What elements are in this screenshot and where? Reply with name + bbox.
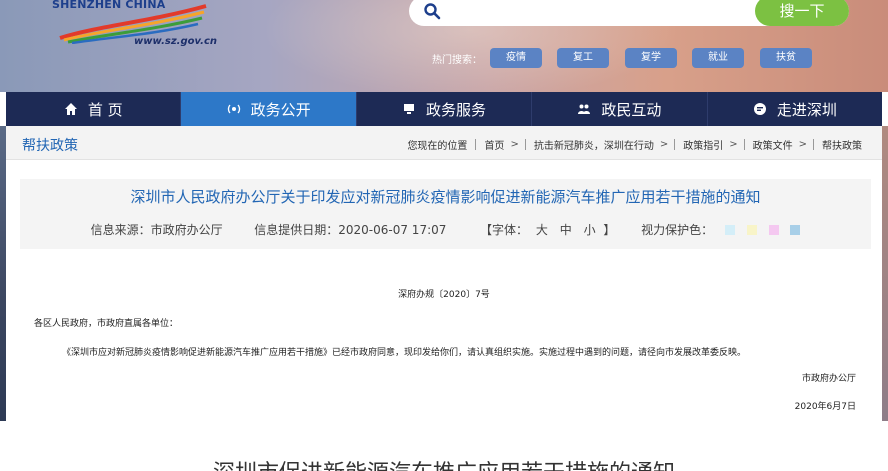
- section-title: 帮扶政策: [22, 138, 78, 154]
- font-size-label-close: 】: [603, 223, 616, 237]
- home-icon: [64, 103, 77, 115]
- font-size-large[interactable]: 大: [536, 221, 548, 238]
- image-caption: 深圳市促进新能源汽车推广应用若干措施的通知: [0, 455, 888, 471]
- vision-color-blue-swatch[interactable]: [724, 225, 735, 235]
- vision-protection-label: 视力保护色：: [641, 223, 714, 237]
- hot-tag-resume-school[interactable]: 复学: [625, 48, 677, 68]
- monitor-icon: [404, 104, 414, 114]
- breadcrumb-item-policy-guide[interactable]: 政策指引: [683, 137, 723, 152]
- nav-label-home: 首 页: [87, 100, 123, 119]
- breadcrumb-item-support-policy[interactable]: 帮扶政策: [822, 137, 862, 152]
- breadcrumb: 您现在的位置 首页 > 抗击新冠肺炎，深圳在行动 > 政策指引 > 政策文件 >…: [407, 137, 862, 152]
- nav-label-public-interaction: 政民互动: [601, 100, 662, 119]
- search-icon[interactable]: [423, 2, 441, 20]
- breadcrumb-arrow-icon: >: [729, 139, 738, 150]
- right-background-strip: [882, 126, 888, 421]
- breadcrumb-item-home[interactable]: 首页: [484, 137, 504, 152]
- article-meta: 信息来源：市政府办公厅 信息提供日期：2020-06-07 17:07 【字体：…: [20, 221, 871, 238]
- chat-icon: [753, 103, 766, 115]
- font-size-medium[interactable]: 中: [560, 221, 572, 238]
- article: 深圳市人民政府办公厅关于印发应对新冠肺炎疫情影响促进新能源汽车推广应用若干措施的…: [6, 160, 882, 421]
- document-recipient: 各区人民政府，市政府直属各单位：: [34, 319, 179, 329]
- breadcrumb-divider: [813, 139, 814, 150]
- hot-tag-poverty-relief[interactable]: 扶贫: [760, 48, 812, 68]
- breadcrumb-item-covid-action[interactable]: 抗击新冠肺炎，深圳在行动: [534, 137, 654, 152]
- breadcrumb-divider: [743, 139, 745, 150]
- breadcrumb-arrow-icon: >: [510, 139, 519, 150]
- location-label: 您现在的位置: [407, 141, 468, 152]
- vision-color-yellow-swatch[interactable]: [746, 225, 757, 235]
- breadcrumb-divider: [524, 139, 526, 150]
- article-date: 信息提供日期：2020-06-07 17:07: [254, 223, 447, 237]
- nav-label-about-shenzhen: 走进深圳: [776, 100, 837, 119]
- article-source: 信息来源：市政府办公厅: [90, 223, 223, 237]
- search-input[interactable]: [453, 0, 753, 22]
- document-body: 《深圳市应对新冠肺炎疫情影响促进新能源汽车推广应用若干措施》已经市政府同意，现印…: [62, 348, 747, 358]
- breadcrumb-divider: [475, 139, 477, 150]
- document-issuer: 市政府办公厅: [801, 374, 856, 384]
- nav-label-government-affairs: 政务公开: [250, 100, 311, 119]
- vision-color-sky-swatch[interactable]: [790, 225, 801, 235]
- header-banner: SHENZHEN CHINA www.sz.gov.cn 搜一下 热门搜索： 疫…: [0, 0, 888, 100]
- vision-color-pink-swatch[interactable]: [768, 225, 779, 235]
- hot-search-label: 热门搜索：: [432, 55, 482, 66]
- nav-item-government-services[interactable]: 政务服务: [357, 92, 533, 126]
- people-icon: [578, 104, 591, 114]
- article-title: 深圳市人民政府办公厅关于印发应对新冠肺炎疫情影响促进新能源汽车推广应用若干措施的…: [130, 188, 761, 206]
- breadcrumb-arrow-icon: >: [798, 139, 807, 150]
- page: SHENZHEN CHINA www.sz.gov.cn 搜一下 热门搜索： 疫…: [0, 0, 888, 471]
- document-number: 深府办规〔2020〕7号: [398, 290, 490, 300]
- article-header-panel: 深圳市人民政府办公厅关于印发应对新冠肺炎疫情影响促进新能源汽车推广应用若干措施的…: [20, 179, 871, 249]
- nav-label-government-services: 政务服务: [426, 100, 487, 119]
- hot-tag-resume-work[interactable]: 复工: [557, 48, 609, 68]
- font-size-small[interactable]: 小: [584, 221, 596, 238]
- font-size-label-open: 【字体：: [480, 223, 529, 237]
- nav-item-government-affairs[interactable]: 政务公开: [181, 92, 357, 126]
- hot-tag-epidemic[interactable]: 疫情: [490, 48, 542, 68]
- hot-tag-employment[interactable]: 就业: [692, 48, 744, 68]
- broadcast-icon: [227, 104, 240, 114]
- nav-item-about-shenzhen[interactable]: 走进深圳: [708, 92, 882, 126]
- document-date: 2020年6月7日: [794, 402, 856, 412]
- breadcrumb-arrow-icon: >: [659, 139, 669, 150]
- nav-item-home[interactable]: 首 页: [6, 92, 182, 126]
- site-url: www.sz.gov.cn: [134, 36, 218, 47]
- nav-item-public-interaction[interactable]: 政民互动: [532, 92, 708, 126]
- breadcrumb-item-policy-docs[interactable]: 政策文件: [753, 137, 793, 152]
- breadcrumb-divider: [674, 139, 676, 150]
- main-nav: 首 页 政务公开 政务服务 政民互动 走进深圳: [6, 92, 882, 126]
- search-button[interactable]: 搜一下: [755, 0, 849, 26]
- breadcrumb-bar: 帮扶政策 您现在的位置 首页 > 抗击新冠肺炎，深圳在行动 > 政策指引 > 政…: [6, 126, 882, 160]
